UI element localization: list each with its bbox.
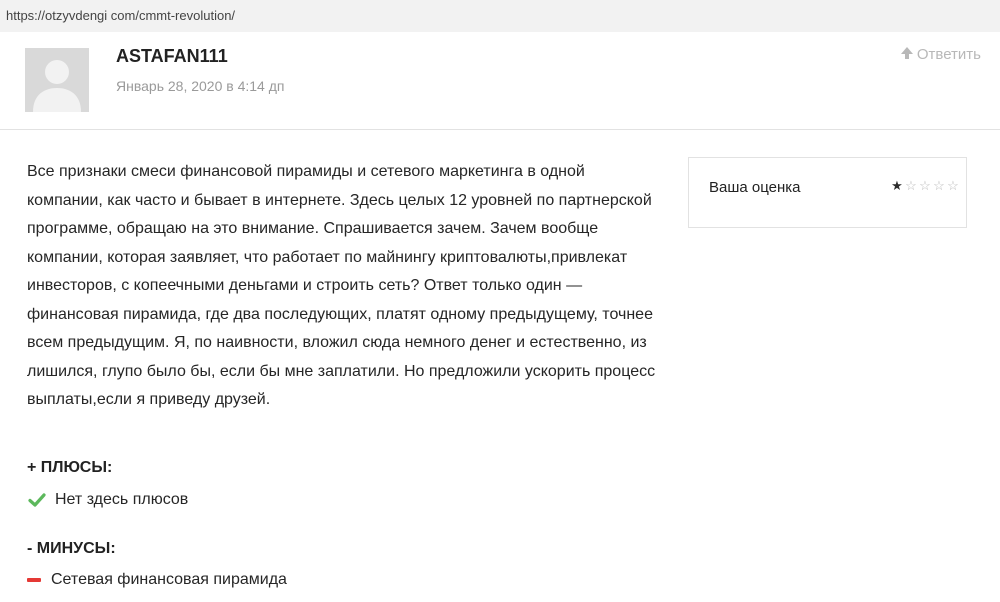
rating-star-icon[interactable]: ☆ — [918, 179, 932, 192]
reply-button[interactable]: Ответить — [900, 46, 981, 63]
pro-item-text: Нет здесь плюсов — [55, 491, 189, 508]
rating-stars[interactable]: ★ ☆ ☆ ☆ ☆ — [890, 179, 960, 192]
comment-header: ASTAFAN111 Январь 28, 2020 в 4:14 дп Отв… — [0, 32, 1000, 130]
pro-item: Нет здесь плюсов — [27, 490, 188, 510]
pros-title: + ПЛЮСЫ: — [27, 459, 113, 476]
rating-star-icon[interactable]: ☆ — [932, 179, 946, 192]
comment-text: Все признаки смеси финансовой пирамиды и… — [27, 163, 656, 408]
rating-box: Ваша оценка ★ ☆ ☆ ☆ ☆ — [688, 157, 967, 228]
rating-star-icon[interactable]: ☆ — [946, 179, 960, 192]
reply-label: Ответить — [916, 46, 981, 63]
avatar — [25, 48, 89, 112]
check-icon — [28, 493, 46, 507]
rating-star-icon[interactable]: ☆ — [904, 179, 918, 192]
url-text: https://otzyvdengi com/cmmt-revolution/ — [6, 8, 236, 23]
user-placeholder-icon — [25, 48, 89, 112]
comment-author[interactable]: ASTAFAN111 — [116, 46, 228, 67]
rating-star-icon[interactable]: ★ — [890, 179, 904, 192]
address-bar[interactable]: https://otzyvdengi com/cmmt-revolution/ — [0, 0, 1000, 32]
cons-title: - МИНУСЫ: — [27, 540, 116, 557]
rating-label: Ваша оценка — [709, 179, 801, 196]
minus-icon — [27, 578, 41, 582]
con-item: Сетевая финансовая пирамида — [27, 571, 287, 589]
comment-date[interactable]: Январь 28, 2020 в 4:14 дп — [116, 78, 284, 94]
con-item-text: Сетевая финансовая пирамида — [51, 571, 287, 588]
arrow-up-icon — [900, 46, 914, 63]
